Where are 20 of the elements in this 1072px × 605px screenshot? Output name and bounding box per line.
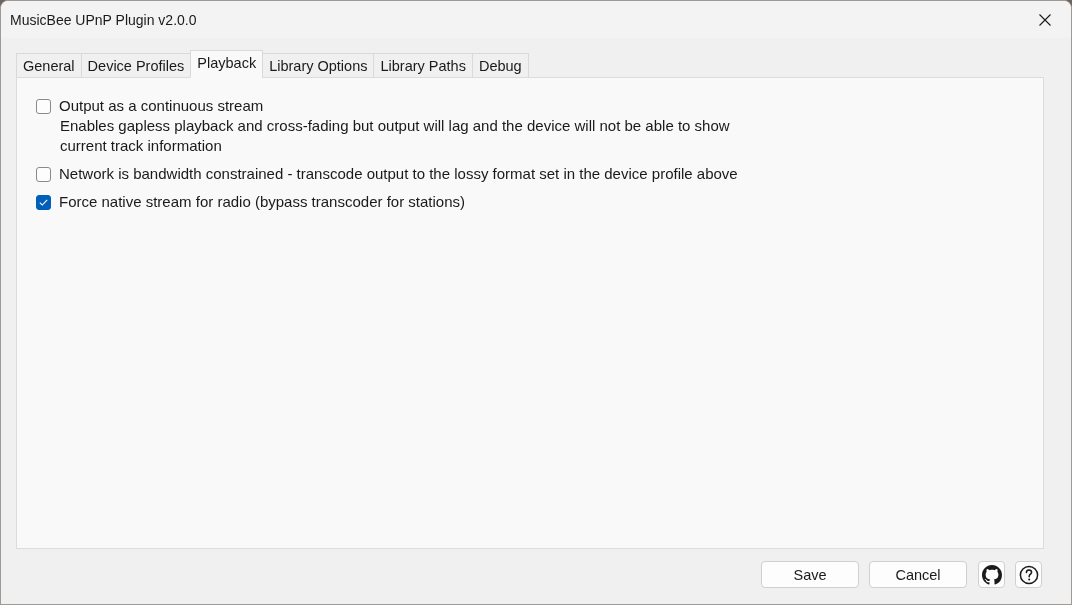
help-button[interactable] <box>1015 561 1042 588</box>
check-icon <box>39 199 48 206</box>
close-icon <box>1039 13 1051 26</box>
checkbox-label[interactable]: Force native stream for radio (bypass transcoder for stations) <box>59 192 1024 212</box>
option-description: Enables gapless playback and cross-fading but output will lag and the device will not be able to show current track information <box>60 116 731 156</box>
tab[interactable]: Debug <box>471 53 529 78</box>
checkbox-label[interactable]: Network is bandwidth constrained - transcode output to the lossy format set in the device profile above <box>59 164 1024 184</box>
github-icon <box>981 564 1002 585</box>
checkbox[interactable] <box>36 99 51 114</box>
tab[interactable]: Library Options <box>262 53 375 78</box>
tab[interactable]: General <box>16 53 82 78</box>
dialog-button[interactable]: Cancel <box>869 561 967 588</box>
tab[interactable]: Playback <box>190 50 264 78</box>
github-button[interactable] <box>978 561 1005 588</box>
help-icon <box>1018 564 1039 585</box>
dialog-button[interactable]: Save <box>761 561 859 588</box>
checkbox-label[interactable]: Output as a continuous stream <box>59 96 1024 116</box>
checkbox[interactable] <box>36 167 51 182</box>
window-title: MusicBee UPnP Plugin v2.0.0 <box>10 11 197 28</box>
checkbox[interactable] <box>36 195 51 210</box>
